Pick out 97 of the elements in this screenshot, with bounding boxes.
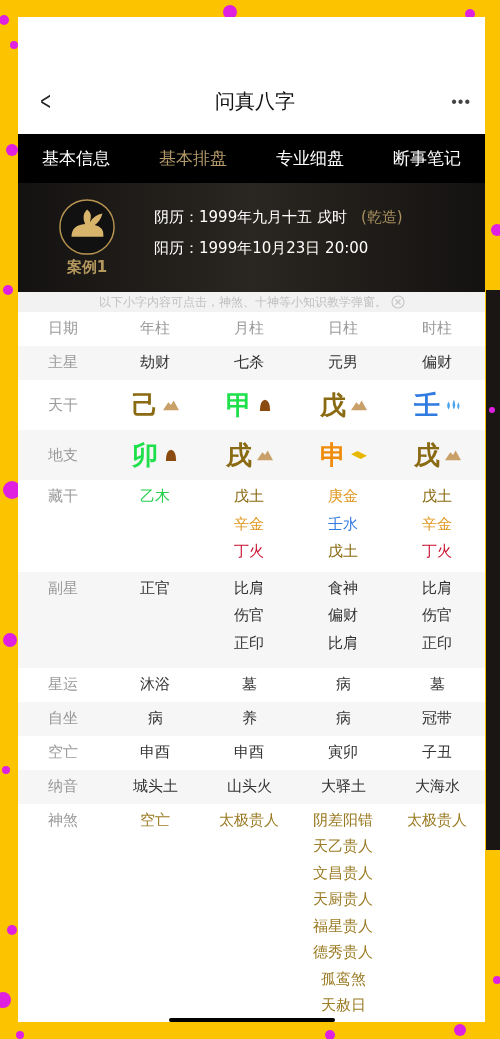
close-icon[interactable] <box>390 295 405 309</box>
page-title: 问真八字 <box>215 88 296 115</box>
column-header: 月柱 <box>234 318 264 339</box>
table-cell[interactable]: 偏财 <box>328 602 358 630</box>
table-cell[interactable]: 壬水 <box>328 510 358 539</box>
table-cell[interactable]: 文昌贵人 <box>313 859 373 887</box>
mountain-icon <box>162 399 179 411</box>
table-cell[interactable]: 墓 <box>241 670 257 699</box>
table-cell[interactable]: 戊土 <box>328 538 358 566</box>
table-cell[interactable]: 戊土 <box>234 483 264 511</box>
table-cell[interactable]: 元男 <box>328 349 358 377</box>
stem-character[interactable]: 戌 <box>225 437 252 473</box>
table-cell[interactable]: 大驿土 <box>320 772 366 801</box>
row-label: 地支 <box>48 445 78 465</box>
table-cell[interactable]: 正官 <box>140 574 170 603</box>
lunar-date: 阴历：1999年九月十五 戌时 <box>154 207 347 227</box>
table-cell[interactable]: 大海水 <box>414 772 460 801</box>
table-cell[interactable]: 丁火 <box>422 538 452 566</box>
case-name: 案例1 <box>66 258 108 277</box>
table-cell[interactable]: 墓 <box>429 670 445 699</box>
table-cell[interactable]: 冠带 <box>422 704 452 733</box>
tab[interactable]: 基本排盘 <box>157 143 230 174</box>
stem-character[interactable]: 戌 <box>413 437 440 473</box>
row-label: 天干 <box>48 395 78 415</box>
table-cell[interactable]: 城头土 <box>132 772 178 801</box>
table-cell[interactable]: 申酉 <box>140 738 170 767</box>
row-label: 空亡 <box>48 741 78 763</box>
row-label: 副星 <box>48 577 78 599</box>
table-cell[interactable]: 劫财 <box>140 349 170 377</box>
table-cell[interactable]: 食神 <box>328 574 358 603</box>
table-cell[interactable]: 养 <box>241 704 257 733</box>
rabbit-icon <box>58 198 116 256</box>
more-button[interactable]: ••• <box>451 92 471 111</box>
table-cell[interactable]: 比肩 <box>234 574 264 603</box>
table-cell[interactable]: 天厨贵人 <box>313 886 373 913</box>
column-header: 时柱 <box>422 318 452 339</box>
tab[interactable]: 专业细盘 <box>273 143 346 174</box>
row-label: 藏干 <box>48 486 78 507</box>
table-cell[interactable]: 比肩 <box>328 629 358 658</box>
table-cell[interactable]: 正印 <box>422 629 452 658</box>
solar-date: 阳历：1999年10月23日 20:00 <box>154 238 369 258</box>
table-cell[interactable]: 七杀 <box>234 349 264 377</box>
table-cell[interactable]: 空亡 <box>140 806 170 834</box>
table-cell[interactable]: 德秀贵人 <box>313 939 373 966</box>
row-label: 星运 <box>48 673 78 695</box>
table-cell[interactable]: 太极贵人 <box>407 806 467 834</box>
polka-dot <box>489 407 495 413</box>
polka-dot <box>2 766 10 774</box>
stem-character[interactable]: 己 <box>131 387 158 423</box>
table-cell[interactable]: 寅卯 <box>328 738 358 767</box>
table-cell[interactable]: 天赦日 <box>320 992 366 1019</box>
table-cell[interactable]: 孤鸾煞 <box>320 965 366 993</box>
table-cell[interactable]: 偏财 <box>422 349 452 377</box>
tab[interactable]: 断事笔记 <box>390 143 463 174</box>
mountain-icon <box>256 449 273 461</box>
polka-dot <box>3 481 21 499</box>
stem-character[interactable]: 戊 <box>319 387 346 423</box>
row-label: 纳音 <box>48 775 78 797</box>
mountain-icon <box>444 449 461 461</box>
column-header: 年柱 <box>140 318 170 339</box>
table-cell[interactable]: 沐浴 <box>140 670 170 699</box>
polka-dot <box>10 41 18 49</box>
table-cell[interactable]: 山头火 <box>226 772 272 801</box>
table-cell[interactable]: 伤官 <box>234 602 264 630</box>
mountain-icon <box>350 399 367 411</box>
table-cell[interactable]: 比肩 <box>422 574 452 603</box>
row-label: 自坐 <box>48 707 78 729</box>
table-cell[interactable]: 申酉 <box>234 738 264 767</box>
table-cell[interactable]: 太极贵人 <box>219 806 279 834</box>
tab[interactable]: 基本信息 <box>40 143 113 174</box>
table-cell[interactable]: 病 <box>147 704 163 733</box>
table-cell[interactable]: 天乙贵人 <box>313 833 373 860</box>
row-label: 主星 <box>48 352 78 373</box>
polka-dot <box>3 633 17 647</box>
table-cell[interactable]: 福星贵人 <box>313 912 373 940</box>
water-drops-icon <box>444 399 461 411</box>
polka-dot <box>6 144 18 156</box>
ingot-icon <box>350 449 367 461</box>
polka-dot <box>7 925 17 935</box>
back-button[interactable]: < <box>36 86 56 117</box>
polka-dot <box>16 1031 24 1039</box>
row-label: 日期 <box>48 318 78 339</box>
table-cell[interactable]: 丁火 <box>234 538 264 566</box>
row-label: 神煞 <box>48 809 78 831</box>
table-cell[interactable]: 阴差阳错 <box>313 806 373 834</box>
polka-dot <box>223 5 237 19</box>
table-cell[interactable]: 戊土 <box>422 483 452 511</box>
column-header: 日柱 <box>328 318 358 339</box>
table-cell[interactable]: 病 <box>335 704 351 733</box>
polka-dot <box>454 1024 466 1036</box>
table-cell[interactable]: 子丑 <box>422 738 452 767</box>
table-cell[interactable]: 伤官 <box>422 602 452 630</box>
polka-dot <box>3 285 13 295</box>
gender-label: (乾造) <box>360 207 403 227</box>
table-cell[interactable]: 病 <box>335 670 351 699</box>
table-cell[interactable]: 正印 <box>234 629 264 658</box>
stem-character[interactable]: 壬 <box>413 387 440 423</box>
